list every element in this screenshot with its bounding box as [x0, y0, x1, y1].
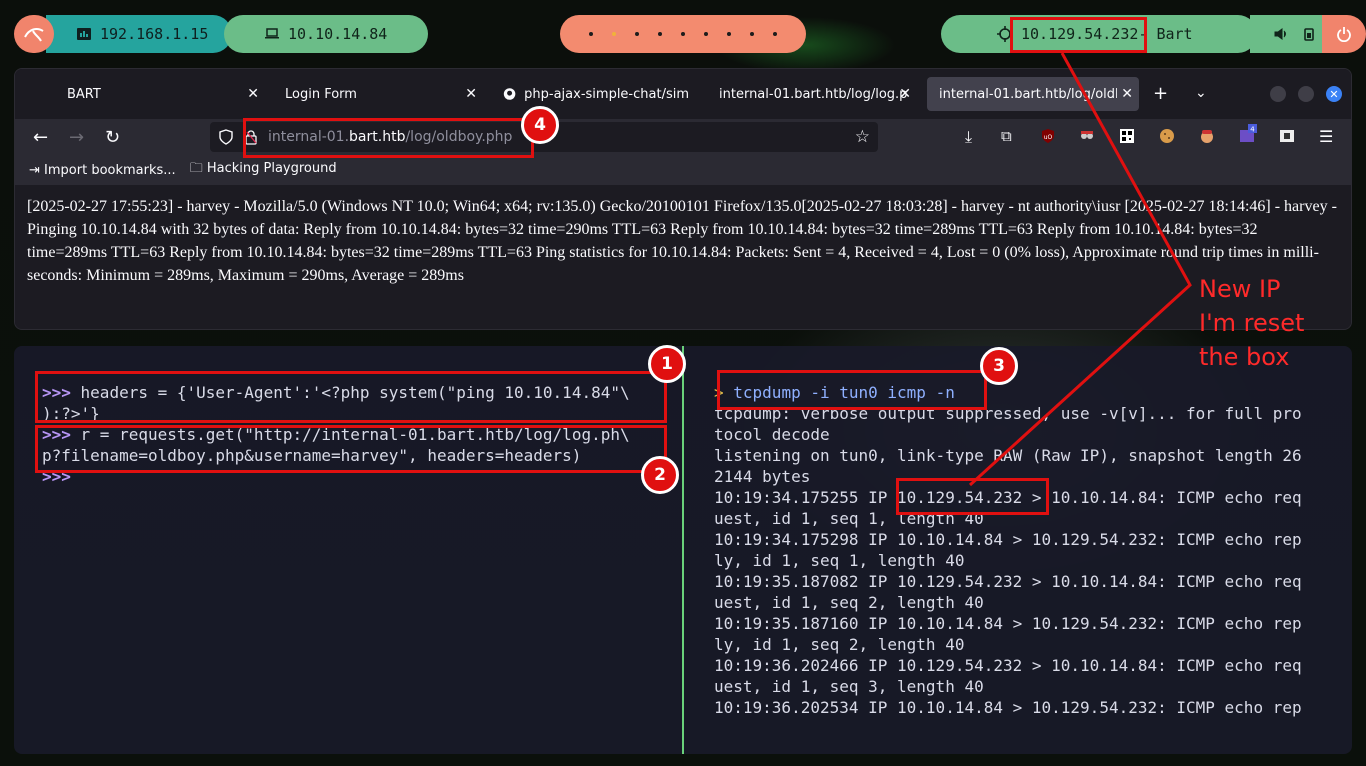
source-ip-highlight — [896, 478, 1049, 515]
step-1-badge: 1 — [648, 345, 686, 383]
annotation-note: New IP I'm reset the box — [1199, 272, 1304, 374]
step-3-badge: 3 — [980, 347, 1018, 385]
step-4-badge: 4 — [521, 106, 559, 144]
headers-line-highlight — [35, 371, 667, 423]
note-line: I'm reset — [1199, 309, 1305, 337]
url-highlight — [243, 118, 534, 158]
note-line: New IP — [1199, 275, 1281, 303]
tcpdump-command-highlight — [717, 370, 987, 410]
target-ip-highlight — [1010, 17, 1147, 53]
note-line: the box — [1199, 343, 1290, 371]
request-line-highlight — [35, 425, 667, 473]
step-2-badge: 2 — [641, 456, 679, 494]
